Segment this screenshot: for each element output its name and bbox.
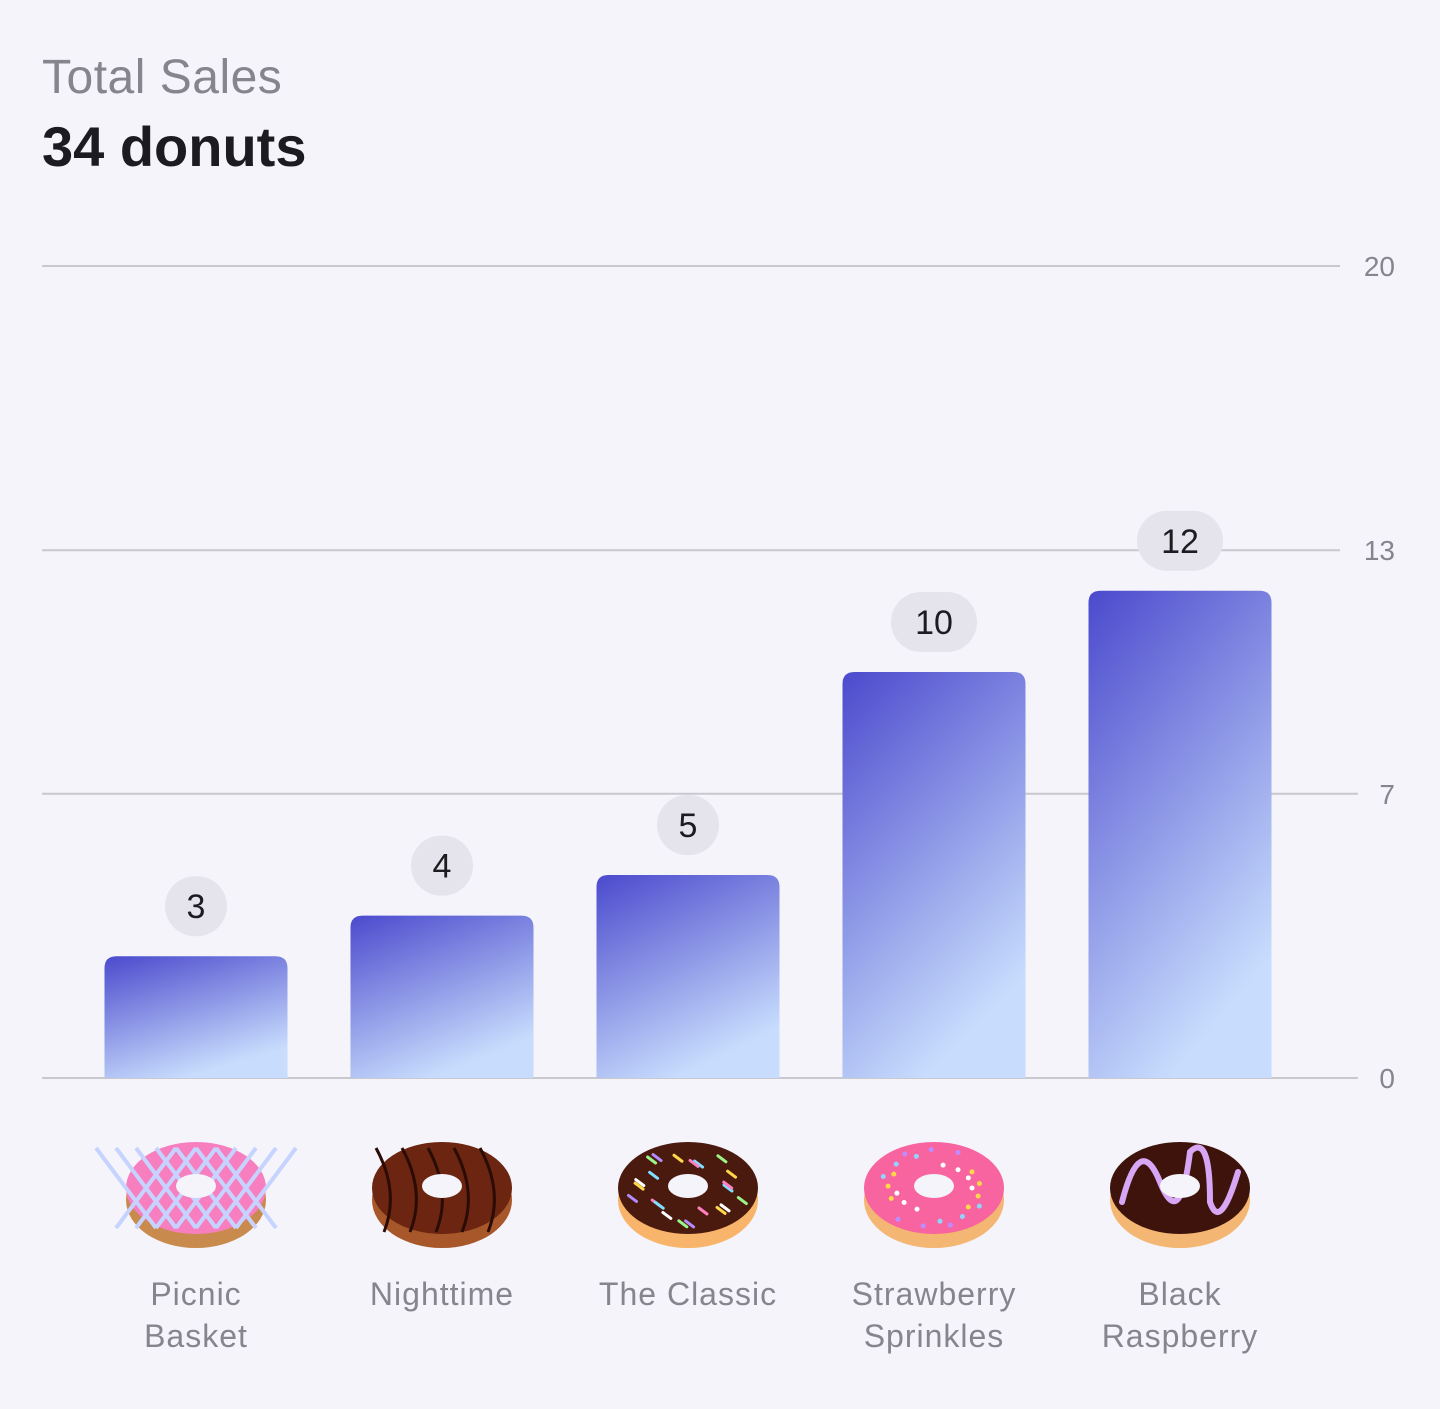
bar — [596, 875, 780, 1078]
category-label-line: Raspberry — [1102, 1318, 1259, 1354]
category-label-line: Strawberry — [852, 1276, 1017, 1312]
category-label-line: Nighttime — [370, 1276, 514, 1312]
donut-icon-layer — [94, 1142, 1250, 1248]
sprinkle — [965, 1175, 971, 1181]
sprinkle — [914, 1206, 920, 1212]
bar — [104, 956, 288, 1078]
sales-chart-card: Total Sales 34 donuts 0 7 13 20 3 4 5 10 12 Pic… — [0, 0, 1440, 1409]
donut-hole — [668, 1174, 708, 1198]
donut-nighttime-icon — [372, 1142, 512, 1248]
category-label-line: The Classic — [599, 1276, 777, 1312]
sprinkle — [976, 1181, 982, 1187]
sprinkle — [959, 1213, 965, 1219]
value-label: 12 — [1161, 523, 1199, 561]
sprinkle — [969, 1185, 975, 1191]
category-label-line: Picnic — [150, 1276, 241, 1312]
value-label: 10 — [915, 604, 953, 642]
value-label: 5 — [679, 807, 698, 845]
donut-hole — [422, 1174, 462, 1198]
category-label-layer: Picnic Basket Nighttime The Classic Strawber… — [144, 1276, 1259, 1354]
sprinkle — [880, 1173, 886, 1179]
category-label: Picnic Basket — [144, 1276, 248, 1354]
sprinkle — [955, 1150, 961, 1156]
sprinkle — [969, 1169, 975, 1175]
sprinkle — [920, 1223, 926, 1229]
category-label: Nighttime — [370, 1276, 514, 1312]
sprinkle — [901, 1200, 907, 1206]
y-tick-label: 20 — [1364, 251, 1395, 282]
donut-hole — [176, 1174, 216, 1198]
sprinkle — [885, 1183, 891, 1189]
sprinkle — [888, 1196, 894, 1202]
sprinkle — [902, 1151, 908, 1157]
bar — [350, 915, 534, 1078]
category-label: Black Raspberry — [1102, 1276, 1259, 1354]
y-tick-label: 7 — [1379, 779, 1395, 810]
y-tick-label: 13 — [1364, 535, 1395, 566]
value-label: 4 — [433, 848, 452, 886]
category-label-line: Sprinkles — [864, 1318, 1005, 1354]
sprinkle — [913, 1153, 919, 1159]
sprinkle — [893, 1161, 899, 1167]
sprinkle — [976, 1203, 982, 1209]
value-label: 3 — [187, 888, 206, 926]
y-tick-label: 0 — [1379, 1063, 1395, 1094]
donut-strawberry-sprinkles-icon — [864, 1142, 1004, 1248]
donut-picnic-basket-icon — [94, 1142, 298, 1248]
donut-hole — [914, 1174, 954, 1198]
sprinkle — [895, 1216, 901, 1222]
bar — [842, 672, 1026, 1078]
donut-the-classic-icon — [618, 1142, 758, 1248]
category-label-line: Basket — [144, 1318, 248, 1354]
bar — [1088, 590, 1272, 1078]
sprinkle — [955, 1167, 961, 1173]
sprinkle — [891, 1171, 897, 1177]
sprinkle — [947, 1222, 953, 1228]
category-label: Strawberry Sprinkles — [852, 1276, 1017, 1354]
sprinkle — [975, 1193, 981, 1199]
sprinkle — [940, 1162, 946, 1168]
sprinkle — [894, 1190, 900, 1196]
sprinkle — [965, 1204, 971, 1210]
bar-chart: 0 7 13 20 3 4 5 10 12 Picnic Basket Nighttime The … — [42, 251, 1395, 1354]
sprinkle — [928, 1147, 934, 1153]
donut-black-raspberry-icon — [1110, 1142, 1250, 1248]
sprinkle — [937, 1218, 943, 1224]
category-label-line: Black — [1138, 1276, 1221, 1312]
category-label: The Classic — [599, 1276, 777, 1312]
donut-hole — [1160, 1174, 1200, 1198]
